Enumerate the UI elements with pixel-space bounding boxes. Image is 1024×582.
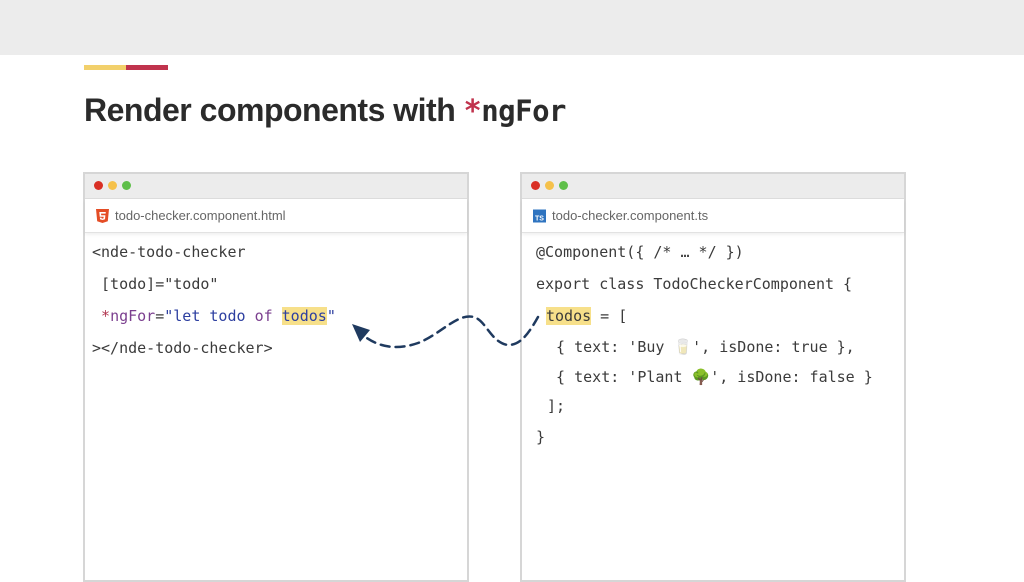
- dashed-connector-arrow: [352, 315, 540, 349]
